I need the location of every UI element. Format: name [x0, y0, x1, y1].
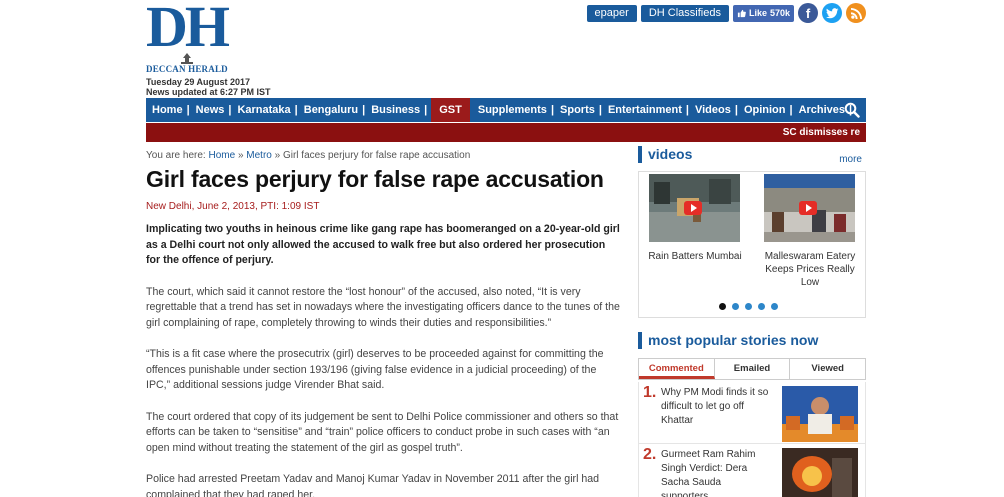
sidebar: videos more Rain Batters Mumbai Malleswa…: [638, 146, 866, 497]
facebook-like-button[interactable]: Like 570k: [732, 4, 794, 22]
videos-carousel: Rain Batters Mumbai Malleswaram Eatery K…: [638, 171, 866, 318]
nav-videos[interactable]: Videos |: [689, 98, 738, 122]
video-caption[interactable]: Rain Batters Mumbai: [645, 250, 745, 263]
updated-time: News updated at 6:27 PM IST: [146, 87, 271, 97]
story-thumbnail[interactable]: [782, 448, 858, 497]
story-title[interactable]: Gurmeet Ram Rahim Singh Verdict: Dera Sa…: [661, 448, 776, 497]
carousel-dot[interactable]: [771, 303, 778, 310]
nav-supplements[interactable]: Supplements |: [472, 98, 554, 122]
logo-mark: DH: [146, 0, 230, 59]
site-logo[interactable]: DH DECCAN HERALD: [146, 0, 236, 74]
like-label: Like: [748, 7, 767, 18]
story-rank: 1.: [643, 384, 657, 401]
breadcrumb-separator: »: [274, 150, 281, 161]
top-actions: epaper DH Classifieds Like 570k f: [586, 2, 866, 24]
article-paragraph: Police had arrested Preetam Yadav and Ma…: [146, 473, 600, 497]
breadcrumb: You are here: Home » Metro » Girl faces …: [146, 150, 621, 161]
popular-story[interactable]: 2. Gurmeet Ram Rahim Singh Verdict: Dera…: [638, 444, 866, 497]
story-title[interactable]: Why PM Modi finds it so difficult to let…: [661, 386, 776, 428]
tab-commented[interactable]: Commented: [639, 359, 715, 379]
facebook-icon[interactable]: f: [798, 3, 818, 23]
video-caption[interactable]: Malleswaram Eatery Keeps Prices Really L…: [755, 250, 865, 289]
current-date: Tuesday 29 August 2017: [146, 77, 251, 87]
page: DH DECCAN HERALD Tuesday 29 August 2017 …: [146, 0, 866, 497]
epaper-button[interactable]: epaper: [586, 4, 637, 22]
carousel-dot[interactable]: [732, 303, 739, 310]
rss-icon[interactable]: [846, 3, 866, 23]
breaking-ticker[interactable]: SC dismisses re: [146, 123, 866, 142]
carousel-dots: [719, 303, 778, 310]
logo-wordmark: DECCAN HERALD: [146, 64, 228, 74]
main-nav: Home | News | Karnataka | Bengaluru | Busine…: [146, 98, 866, 122]
videos-more-link[interactable]: more: [839, 154, 862, 165]
most-popular: most popular stories now Commented Email…: [638, 332, 866, 497]
play-icon: [684, 201, 702, 215]
emblem-icon: [180, 52, 194, 64]
article-dateline: New Delhi, June 2, 2013, PTI: 1:09 IST: [146, 201, 320, 212]
article-lead: Implicating two youths in heinous crime …: [146, 223, 620, 266]
article-headline: Girl faces perjury for false rape accusa…: [146, 166, 604, 192]
videos-heading[interactable]: videos: [638, 146, 866, 163]
carousel-dot[interactable]: [719, 303, 726, 310]
article-paragraph: “This is a fit case where the prosecutri…: [146, 348, 604, 391]
nav-news[interactable]: News |: [190, 98, 232, 122]
nav-business[interactable]: Business |: [365, 98, 427, 122]
breadcrumb-metro[interactable]: Metro: [246, 150, 272, 161]
twitter-icon[interactable]: [822, 3, 842, 23]
article-paragraph: The court ordered that copy of its judge…: [146, 410, 619, 454]
carousel-dot[interactable]: [758, 303, 765, 310]
like-count: 570k: [769, 7, 790, 18]
tab-viewed[interactable]: Viewed: [790, 359, 865, 379]
carousel-dot[interactable]: [745, 303, 752, 310]
story-thumbnail[interactable]: [782, 386, 858, 442]
thumbs-up-icon: [737, 9, 746, 17]
classifieds-button[interactable]: DH Classifieds: [640, 4, 729, 22]
story-rank: 2.: [643, 446, 657, 463]
nav-gst[interactable]: GST: [431, 98, 470, 122]
most-popular-heading: most popular stories now: [638, 332, 866, 349]
nav-home[interactable]: Home |: [146, 98, 190, 122]
nav-entertainment[interactable]: Entertainment |: [602, 98, 689, 122]
nav-sports[interactable]: Sports |: [554, 98, 602, 122]
popular-tabs: Commented Emailed Viewed: [638, 358, 866, 380]
nav-opinion[interactable]: Opinion |: [738, 98, 793, 122]
breadcrumb-current: Girl faces perjury for false rape accusa…: [282, 150, 471, 161]
tab-emailed[interactable]: Emailed: [715, 359, 791, 379]
article: You are here: Home » Metro » Girl faces …: [146, 150, 621, 497]
video-thumbnail[interactable]: [764, 174, 855, 242]
article-paragraph: The court, which said it cannot restore …: [146, 285, 620, 329]
nav-bengaluru[interactable]: Bengaluru |: [298, 98, 365, 122]
video-thumbnail[interactable]: [649, 174, 740, 242]
breadcrumb-prefix: You are here:: [146, 150, 206, 161]
date-line: Tuesday 29 August 2017 News updated at 6…: [146, 77, 271, 97]
play-icon: [799, 201, 817, 215]
nav-karnataka[interactable]: Karnataka |: [231, 98, 297, 122]
breadcrumb-separator: »: [237, 150, 244, 161]
search-icon[interactable]: [844, 102, 860, 118]
breadcrumb-home[interactable]: Home: [208, 150, 235, 161]
popular-story[interactable]: 1. Why PM Modi finds it so difficult to …: [638, 382, 866, 444]
